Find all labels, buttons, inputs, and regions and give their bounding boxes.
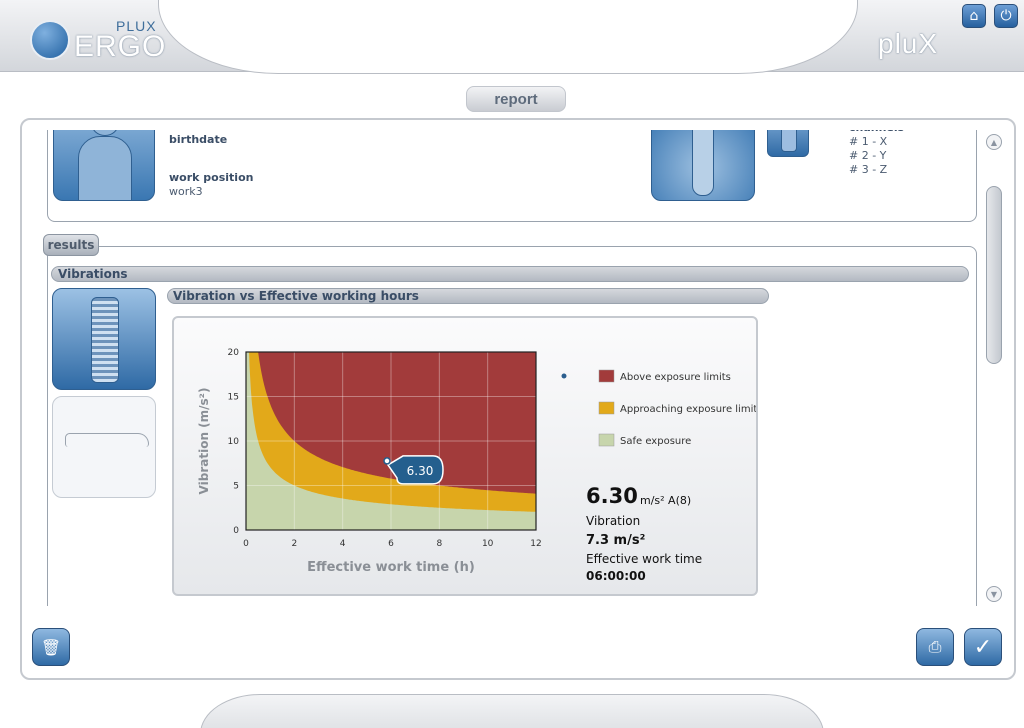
channel-item: # 1 - X bbox=[849, 135, 888, 148]
y-tick-label: 0 bbox=[233, 526, 239, 536]
power-button[interactable]: ⏻ bbox=[994, 4, 1018, 28]
logo-ergo-text: ERGO bbox=[74, 30, 167, 63]
y-axis-label: Vibration (m/s²) bbox=[197, 388, 211, 495]
home-button[interactable]: ⌂ bbox=[962, 4, 986, 28]
point-label: 6.30 bbox=[407, 464, 434, 478]
vibration-chart-panel: 0 2 4 6 8 10 12 0 5 10 15 20 Effective work time (h)… bbox=[172, 316, 758, 596]
x-tick-label: 4 bbox=[340, 539, 346, 549]
legend-label: Above exposure limits bbox=[620, 372, 731, 383]
data-point bbox=[383, 457, 391, 465]
header-title-area bbox=[158, 0, 858, 74]
legend-marker bbox=[561, 373, 567, 379]
vibration-total: 7.3 m/s² bbox=[586, 533, 646, 548]
footer-bar bbox=[200, 694, 824, 728]
person-info-card: birthdate work position work3 channels #… bbox=[47, 130, 977, 222]
report-scroll-region: birthdate work position work3 channels #… bbox=[22, 130, 982, 606]
legend-swatch bbox=[598, 401, 615, 415]
x-axis-label: Effective work time (h) bbox=[307, 560, 475, 575]
work-position-value: work3 bbox=[169, 185, 203, 198]
scroll-up-icon[interactable]: ▲ bbox=[986, 134, 1002, 150]
y-tick-label: 5 bbox=[233, 482, 239, 492]
birthdate-label: birthdate bbox=[169, 133, 228, 146]
effective-time-label: Effective work time bbox=[586, 552, 703, 566]
chart-section-header: Vibration vs Effective working hours bbox=[167, 288, 769, 304]
scrollbar-thumb[interactable] bbox=[986, 186, 1002, 364]
x-tick-label: 0 bbox=[243, 539, 249, 549]
sensor-small-icon bbox=[767, 130, 809, 157]
body-vibration-icon bbox=[651, 130, 755, 201]
x-tick-label: 8 bbox=[436, 539, 442, 549]
vertical-scrollbar[interactable]: ▲ ▼ bbox=[984, 134, 1004, 604]
results-tab[interactable]: results bbox=[43, 234, 99, 256]
user-avatar-icon bbox=[53, 130, 155, 201]
legend-swatch bbox=[598, 369, 615, 383]
check-icon: ✓ bbox=[973, 634, 993, 660]
home-icon: ⌂ bbox=[969, 8, 979, 24]
brand-logo: pluX bbox=[878, 28, 939, 59]
report-tab[interactable]: report bbox=[466, 86, 566, 112]
x-tick-label: 12 bbox=[530, 539, 541, 549]
hand-arm-icon bbox=[52, 396, 156, 498]
y-tick-label: 10 bbox=[228, 437, 240, 447]
power-icon: ⏻ bbox=[1000, 8, 1012, 24]
channel-item: # 2 - Y bbox=[849, 149, 887, 162]
channels-title: channels bbox=[849, 130, 904, 134]
vibrations-section-header: Vibrations bbox=[51, 266, 969, 282]
x-tick-label: 2 bbox=[291, 539, 297, 549]
vibration-label: Vibration bbox=[586, 514, 641, 528]
delete-button[interactable]: 🗑 bbox=[32, 628, 70, 666]
vibration-sensor-icon bbox=[52, 288, 156, 390]
ok-button[interactable]: ✓ bbox=[964, 628, 1002, 666]
worker-helmet-icon bbox=[30, 20, 70, 60]
report-panel: birthdate work position work3 channels #… bbox=[20, 118, 1016, 680]
channels-list: channels # 1 - X # 2 - Y # 3 - Z bbox=[849, 130, 904, 177]
scroll-down-icon[interactable]: ▼ bbox=[986, 586, 1002, 602]
delete-icon: 🗑 bbox=[40, 637, 62, 657]
vibration-unit: m/s² A(8) bbox=[640, 494, 692, 507]
effective-time-value: 06:00:00 bbox=[586, 569, 646, 583]
vibration-value: 6.30 bbox=[586, 484, 638, 508]
x-tick-label: 10 bbox=[482, 539, 494, 549]
legend-swatch bbox=[598, 433, 615, 447]
print-button[interactable]: ⎙ bbox=[916, 628, 954, 666]
app-logo: PLUX ERGO bbox=[28, 18, 168, 64]
channel-item: # 3 - Z bbox=[849, 163, 888, 176]
legend-label: Approaching exposure limits bbox=[620, 404, 756, 415]
work-position-label: work position bbox=[169, 171, 254, 184]
y-tick-label: 20 bbox=[228, 348, 240, 358]
x-tick-label: 6 bbox=[388, 539, 394, 549]
legend-label: Safe exposure bbox=[620, 436, 691, 447]
y-tick-label: 15 bbox=[228, 393, 239, 403]
printer-icon: ⎙ bbox=[928, 637, 942, 656]
